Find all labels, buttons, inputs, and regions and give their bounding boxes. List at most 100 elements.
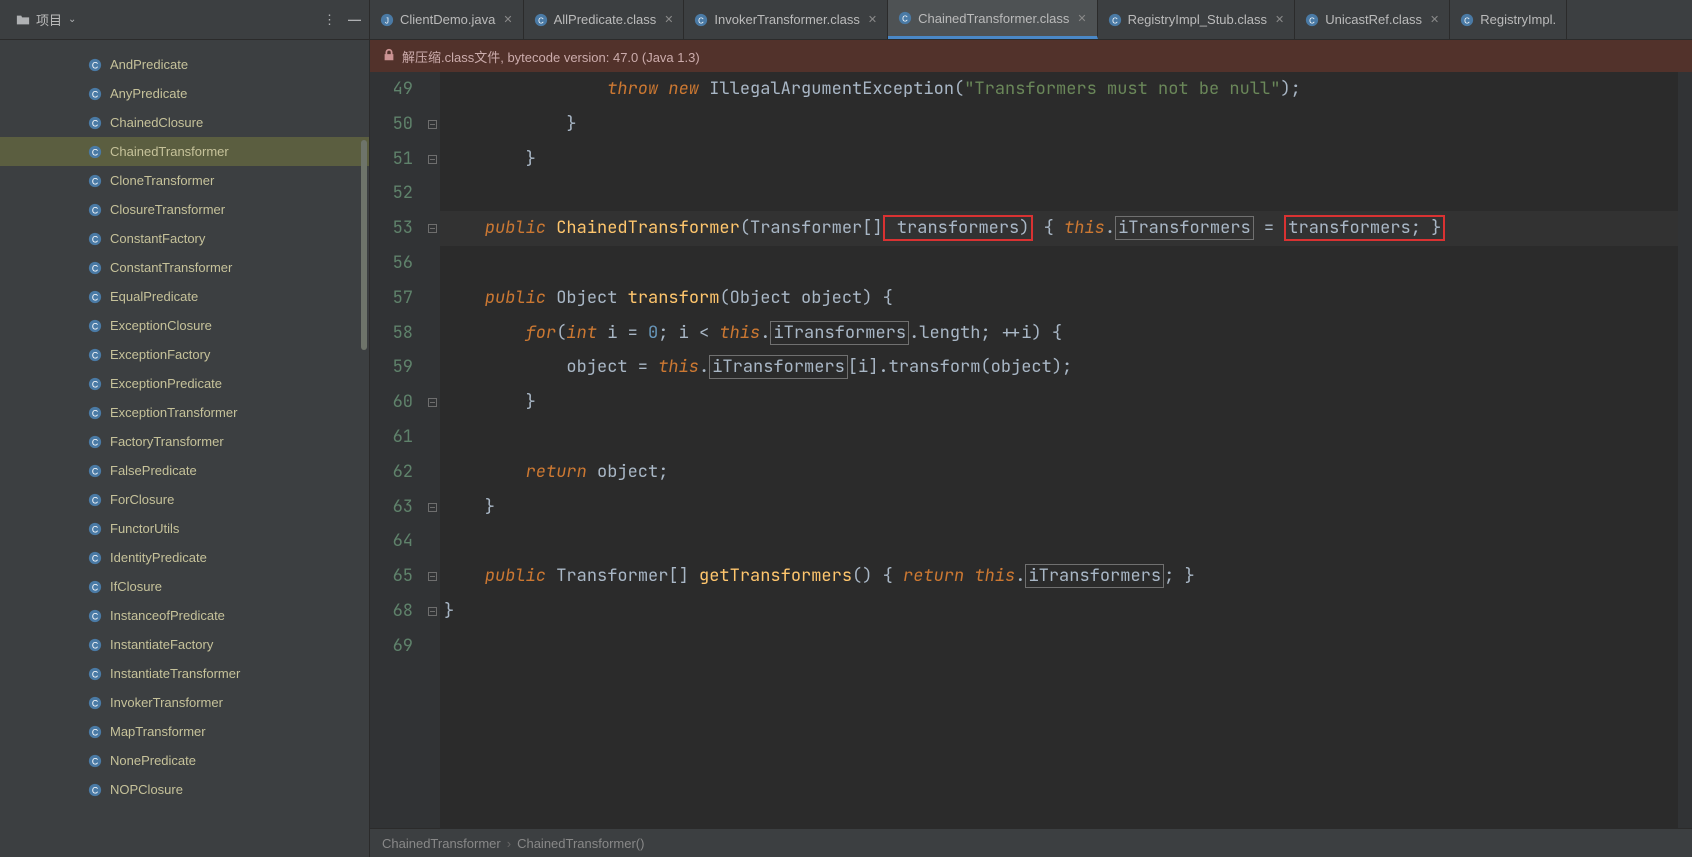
code-line[interactable] xyxy=(440,524,1678,559)
project-selector[interactable]: 项目 ⌄ xyxy=(8,6,84,33)
code-editor[interactable]: 4950515253565758596061626364656869 throw… xyxy=(370,72,1692,828)
breadcrumb[interactable]: ChainedTransformer › ChainedTransformer(… xyxy=(370,828,1692,857)
editor-scrollbar[interactable] xyxy=(1678,72,1692,828)
code-line[interactable]: } xyxy=(440,594,1678,629)
tree-item-falsepredicate[interactable]: CFalsePredicate xyxy=(0,456,369,485)
tab-close-icon[interactable]: ✕ xyxy=(664,13,673,26)
code-line[interactable] xyxy=(440,176,1678,211)
project-tree[interactable]: CAndPredicateCAnyPredicateCChainedClosur… xyxy=(0,40,369,857)
tree-item-forclosure[interactable]: CForClosure xyxy=(0,485,369,514)
tree-item-ifclosure[interactable]: C IfClosure xyxy=(0,572,369,601)
code-line[interactable] xyxy=(440,664,1678,699)
code-line[interactable]: } xyxy=(440,107,1678,142)
tab-registryimpl-stub-class[interactable]: CRegistryImpl_Stub.class✕ xyxy=(1098,0,1296,39)
tree-item-exceptionpredicate[interactable]: CExceptionPredicate xyxy=(0,369,369,398)
tab-unicastref-class[interactable]: CUnicastRef.class✕ xyxy=(1295,0,1450,39)
breadcrumb-class[interactable]: ChainedTransformer xyxy=(382,836,501,851)
class-icon: C xyxy=(898,11,912,25)
tree-item-instantiatefactory[interactable]: CInstantiateFactory xyxy=(0,630,369,659)
breadcrumb-separator: › xyxy=(507,836,511,851)
code-line[interactable] xyxy=(440,246,1678,281)
tree-item-label: ConstantFactory xyxy=(110,231,205,246)
svg-text:C: C xyxy=(902,15,908,24)
fold-marker[interactable] xyxy=(427,119,438,130)
code-line[interactable]: return object; xyxy=(440,455,1678,490)
tree-item-identitypredicate[interactable]: CIdentityPredicate xyxy=(0,543,369,572)
tree-item-maptransformer[interactable]: CMapTransformer xyxy=(0,717,369,746)
tree-item-instanceofpredicate[interactable]: CInstanceofPredicate xyxy=(0,601,369,630)
tree-item-label: IfClosure xyxy=(110,579,162,594)
tree-item-factorytransformer[interactable]: CFactoryTransformer xyxy=(0,427,369,456)
tab-registryimpl-[interactable]: CRegistryImpl. xyxy=(1450,0,1567,39)
tree-item-constantfactory[interactable]: C ConstantFactory xyxy=(0,224,369,253)
svg-text:C: C xyxy=(92,582,98,592)
tree-item-anypredicate[interactable]: CAnyPredicate xyxy=(0,79,369,108)
code-line[interactable]: public Transformer[] getTransformers() {… xyxy=(440,559,1678,594)
code-line[interactable]: object = this.iTransformers[i].transform… xyxy=(440,350,1678,385)
fold-marker[interactable] xyxy=(427,223,438,234)
code-line[interactable]: public ChainedTransformer(Transformer[] … xyxy=(440,211,1678,246)
code-text[interactable]: throw new IllegalArgumentException("Tran… xyxy=(440,72,1678,828)
code-line[interactable]: } xyxy=(440,385,1678,420)
line-number: 61 xyxy=(370,420,413,455)
tree-item-equalpredicate[interactable]: CEqualPredicate xyxy=(0,282,369,311)
class-icon: C xyxy=(88,348,102,362)
tab-clientdemo-java[interactable]: JClientDemo.java✕ xyxy=(370,0,524,39)
fold-marker[interactable] xyxy=(427,606,438,617)
tab-close-icon[interactable]: ✕ xyxy=(1077,12,1086,25)
scrollbar-thumb[interactable] xyxy=(361,140,367,350)
fold-marker[interactable] xyxy=(427,397,438,408)
tree-item-exceptionclosure[interactable]: CExceptionClosure xyxy=(0,311,369,340)
tree-item-exceptiontransformer[interactable]: CExceptionTransformer xyxy=(0,398,369,427)
tree-item-andpredicate[interactable]: CAndPredicate xyxy=(0,50,369,79)
tree-item-invokertransformer[interactable]: CInvokerTransformer xyxy=(0,688,369,717)
code-line[interactable] xyxy=(440,420,1678,455)
tree-item-chainedtransformer[interactable]: CChainedTransformer xyxy=(0,137,369,166)
tab-allpredicate-class[interactable]: CAllPredicate.class✕ xyxy=(524,0,685,39)
tree-item-nopclosure[interactable]: CNOPClosure xyxy=(0,775,369,804)
line-number: 52 xyxy=(370,176,413,211)
svg-text:C: C xyxy=(1112,16,1118,25)
fold-marker[interactable] xyxy=(427,154,438,165)
tree-item-instantiatetransformer[interactable]: CInstantiateTransformer xyxy=(0,659,369,688)
tab-close-icon[interactable]: ✕ xyxy=(503,13,512,26)
code-line[interactable] xyxy=(440,629,1678,664)
code-line[interactable]: public Object transform(Object object) { xyxy=(440,281,1678,316)
fold-marker[interactable] xyxy=(427,502,438,513)
class-icon: C xyxy=(88,116,102,130)
minimize-icon[interactable]: — xyxy=(348,12,361,27)
tree-item-constanttransformer[interactable]: CConstantTransformer xyxy=(0,253,369,282)
tree-item-label: ExceptionPredicate xyxy=(110,376,222,391)
tab-close-icon[interactable]: ✕ xyxy=(1430,13,1439,26)
tree-item-label: InstantiateFactory xyxy=(110,637,213,652)
tab-close-icon[interactable]: ✕ xyxy=(868,13,877,26)
tree-item-label: NOPClosure xyxy=(110,782,183,797)
code-line[interactable]: } xyxy=(440,490,1678,525)
tree-item-label: ConstantTransformer xyxy=(110,260,232,275)
tab-label: InvokerTransformer.class xyxy=(714,12,859,27)
line-number: 49 xyxy=(370,72,413,107)
fold-marker[interactable] xyxy=(427,571,438,582)
tree-item-functorutils[interactable]: CFunctorUtils xyxy=(0,514,369,543)
tab-chainedtransformer-class[interactable]: CChainedTransformer.class✕ xyxy=(888,0,1097,39)
tab-close-icon[interactable]: ✕ xyxy=(1275,13,1284,26)
tree-item-exceptionfactory[interactable]: CExceptionFactory xyxy=(0,340,369,369)
line-number: 50 xyxy=(370,107,413,142)
class-icon: C xyxy=(88,232,102,246)
line-gutter: 4950515253565758596061626364656869 xyxy=(370,72,425,828)
tree-item-closuretransformer[interactable]: CClosureTransformer xyxy=(0,195,369,224)
svg-text:C: C xyxy=(92,727,98,737)
code-line[interactable]: } xyxy=(440,142,1678,177)
code-line[interactable]: for(int i = 0; i < this.iTransformers.le… xyxy=(440,316,1678,351)
tab-invokertransformer-class[interactable]: C InvokerTransformer.class ✕ xyxy=(684,0,888,39)
tree-item-clonetransformer[interactable]: CCloneTransformer xyxy=(0,166,369,195)
more-icon[interactable]: ⋮ xyxy=(323,12,336,28)
java-icon: J xyxy=(380,13,394,27)
breadcrumb-method[interactable]: ChainedTransformer() xyxy=(517,836,644,851)
code-line[interactable]: throw new IllegalArgumentException("Tran… xyxy=(440,72,1678,107)
class-icon: C xyxy=(694,13,708,27)
sidebar-header: 项目 ⌄ ⋮ — xyxy=(0,0,369,40)
tree-item-chainedclosure[interactable]: CChainedClosure xyxy=(0,108,369,137)
fold-strip[interactable] xyxy=(425,72,440,828)
tree-item-nonepredicate[interactable]: CNonePredicate xyxy=(0,746,369,775)
